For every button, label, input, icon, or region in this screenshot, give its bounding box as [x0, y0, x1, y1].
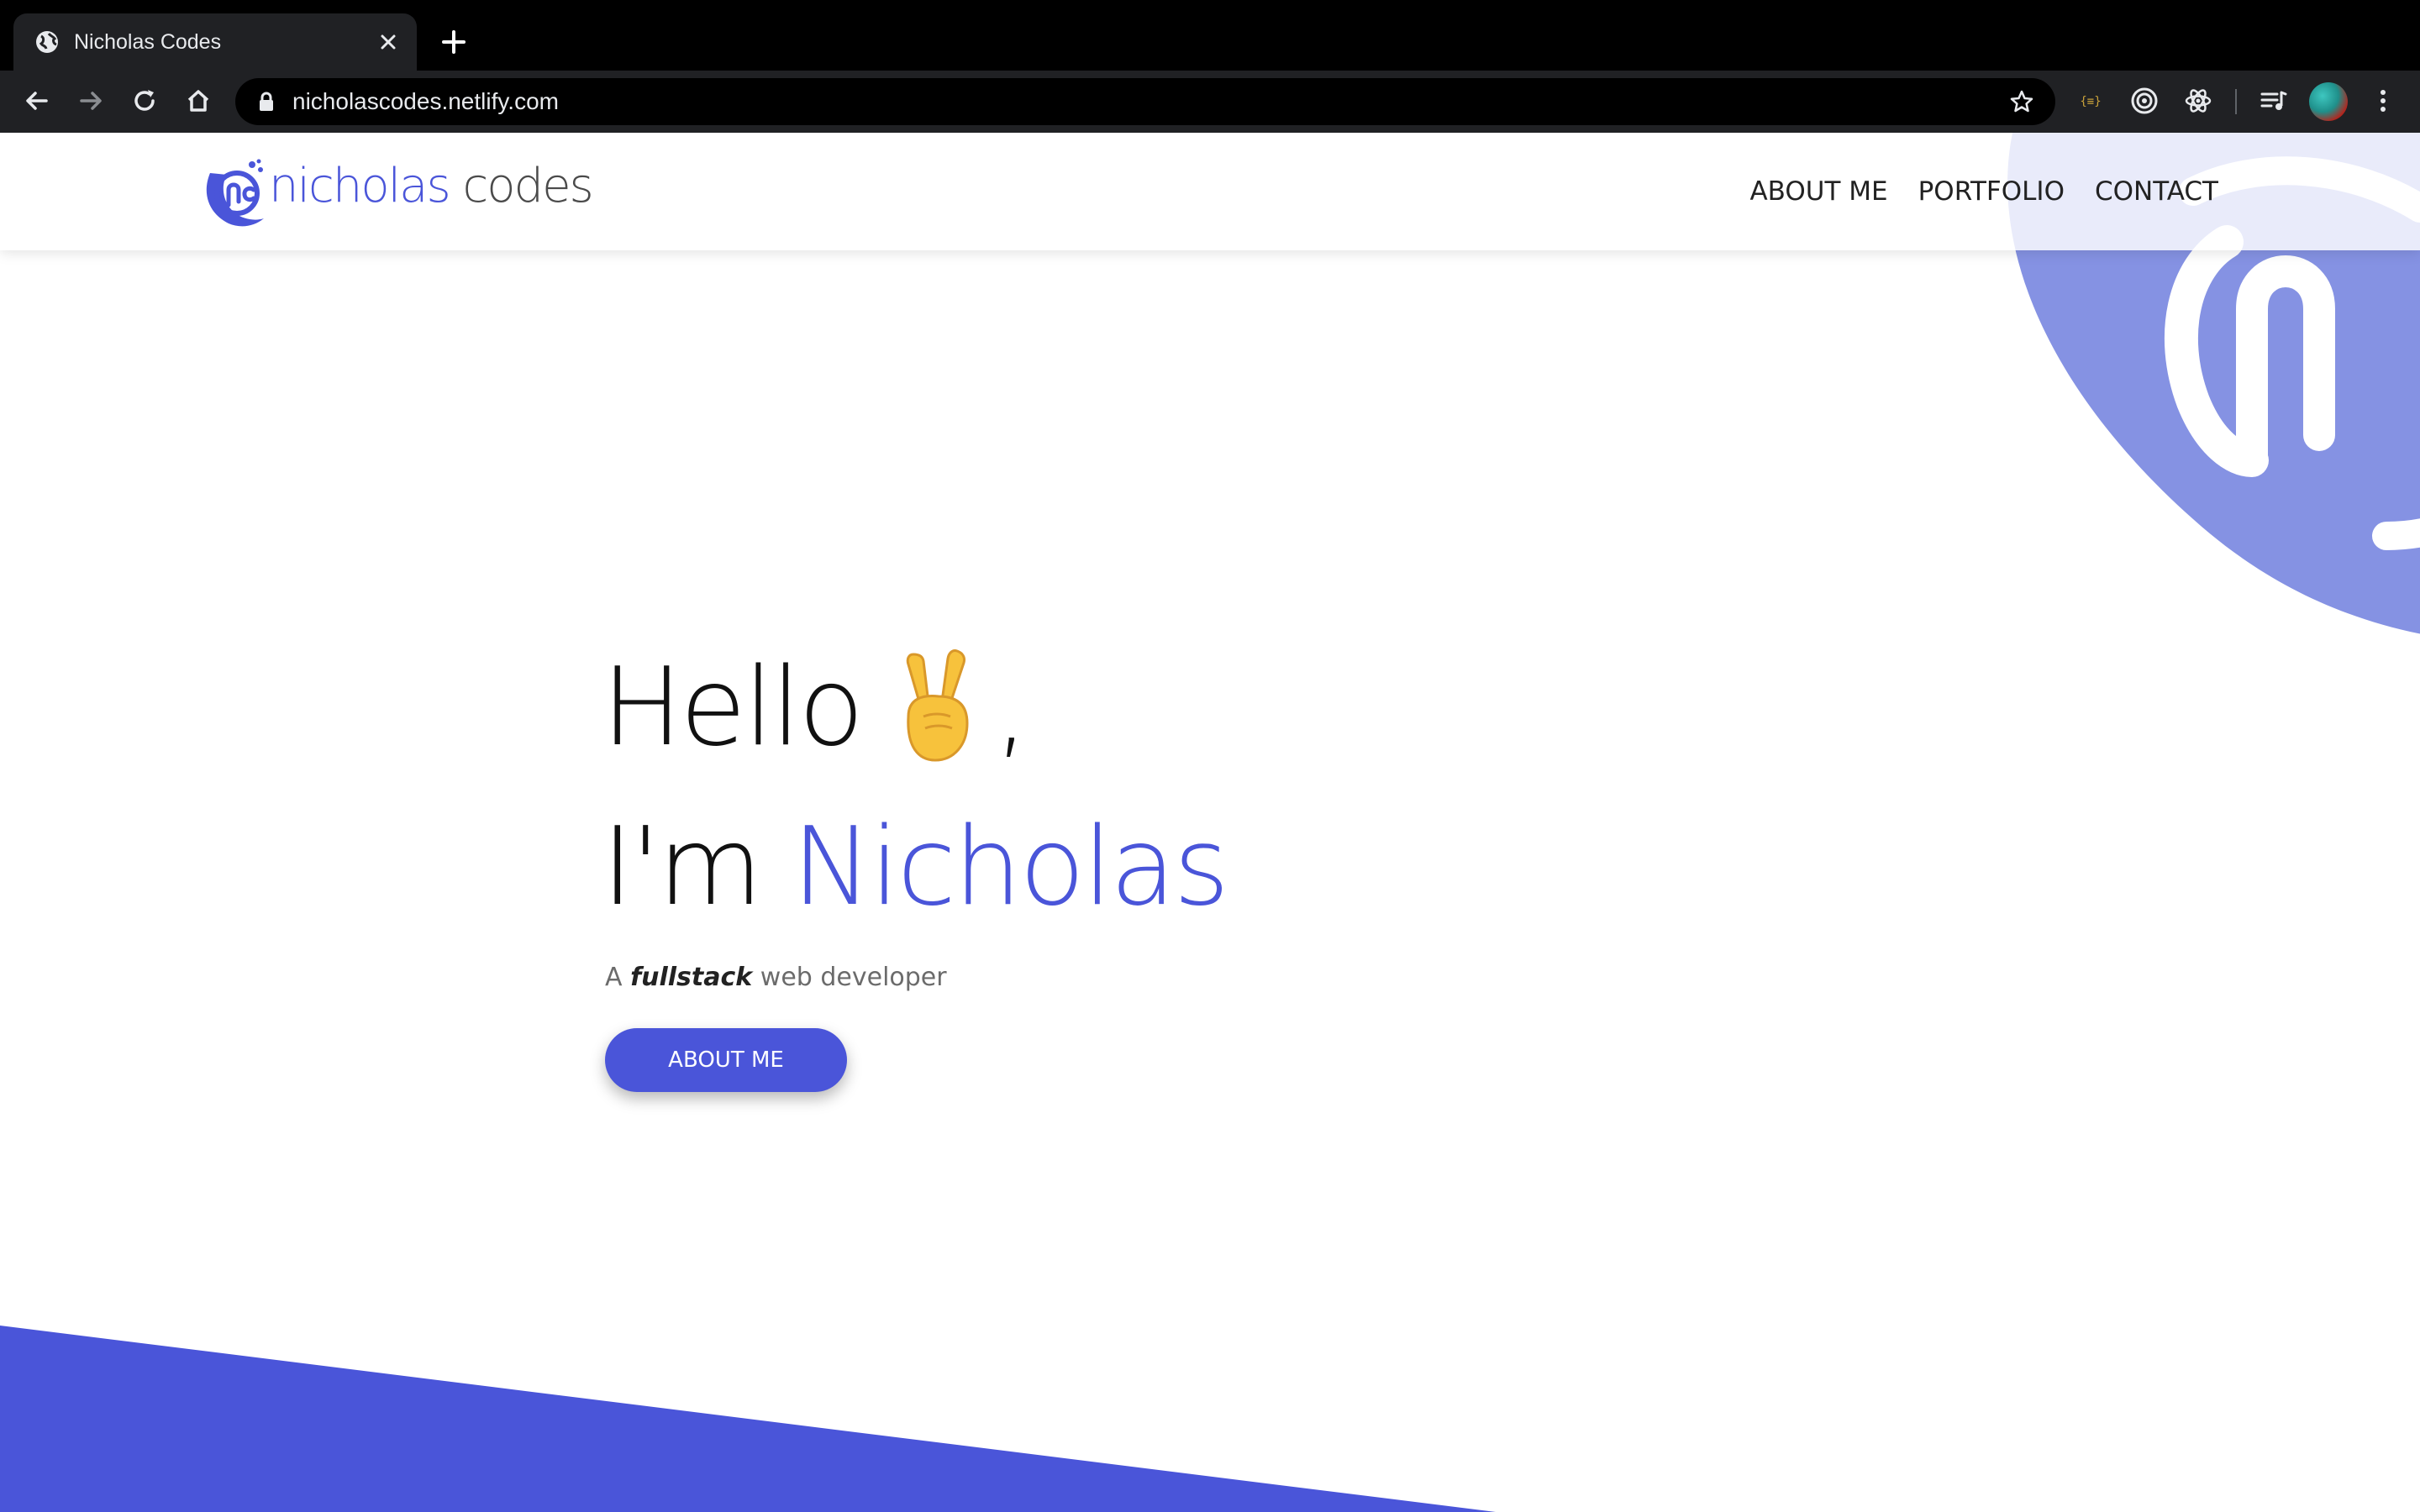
nav-contact[interactable]: CONTACT	[2095, 173, 2218, 210]
react-devtools-icon[interactable]	[2183, 86, 2213, 116]
hero-tagline: A fullstack web developer	[605, 959, 947, 996]
hero-intro-text: I'm	[602, 805, 763, 930]
tagline-suffix: web developer	[760, 963, 947, 992]
globe-icon	[36, 31, 58, 53]
lock-icon	[260, 92, 273, 111]
address-bar[interactable]: nicholascodes.netlify.com	[235, 78, 2055, 125]
brand-wordmark[interactable]: nicholas codes	[269, 156, 594, 217]
nav-portfolio[interactable]: PORTFOLIO	[1918, 173, 2065, 210]
browser-tabstrip: Nicholas Codes	[0, 0, 2420, 71]
hero-intro: I'm Nicholas	[602, 805, 1229, 931]
hero-greeting-text: Hello	[602, 645, 864, 770]
peace-hand-icon	[907, 648, 969, 762]
target-icon[interactable]	[2129, 86, 2160, 116]
hero-section: Hello , I'm Nicholas A fullstack web dev…	[602, 133, 1778, 1309]
arrow-right-icon[interactable]	[76, 86, 106, 116]
avatar[interactable]	[2309, 82, 2348, 121]
browser-toolbar: nicholascodes.netlify.com {≡}	[0, 71, 2420, 133]
bottom-accent-band	[0, 1326, 1496, 1512]
about-me-button[interactable]: ABOUT ME	[605, 1028, 847, 1092]
brand-part-codes: codes	[462, 159, 593, 213]
plus-icon[interactable]	[437, 25, 471, 59]
media-queue-icon[interactable]	[2259, 86, 2289, 116]
brand-part-nicholas: nicholas	[269, 159, 451, 213]
nav-links: ABOUT ME PORTFOLIO CONTACT	[1749, 173, 2218, 210]
reload-icon[interactable]	[129, 86, 160, 116]
tagline-emphasis: fullstack	[630, 963, 753, 992]
page-viewport: nicholas codes ABOUT ME PORTFOLIO CONTAC…	[0, 133, 2420, 1512]
brand-logo-icon[interactable]	[198, 156, 271, 228]
hero-name: Nicholas	[792, 805, 1229, 930]
star-icon[interactable]	[2008, 88, 2035, 115]
toolbar-separator	[2235, 89, 2237, 114]
kebab-menu-icon[interactable]	[2368, 86, 2398, 116]
browser-tab[interactable]: Nicholas Codes	[13, 13, 417, 71]
url-text: nicholascodes.netlify.com	[292, 88, 559, 114]
svg-text:{≡}: {≡}	[2080, 95, 2101, 108]
home-icon[interactable]	[183, 86, 213, 116]
close-icon[interactable]	[375, 29, 402, 55]
hero-greeting: Hello ,	[602, 645, 1028, 774]
json-viewer-icon[interactable]: {≡}	[2075, 86, 2106, 116]
hero-comma: ,	[994, 645, 1028, 770]
tab-title: Nicholas Codes	[74, 30, 222, 54]
arrow-left-icon[interactable]	[22, 86, 52, 116]
tagline-prefix: A	[605, 963, 623, 992]
